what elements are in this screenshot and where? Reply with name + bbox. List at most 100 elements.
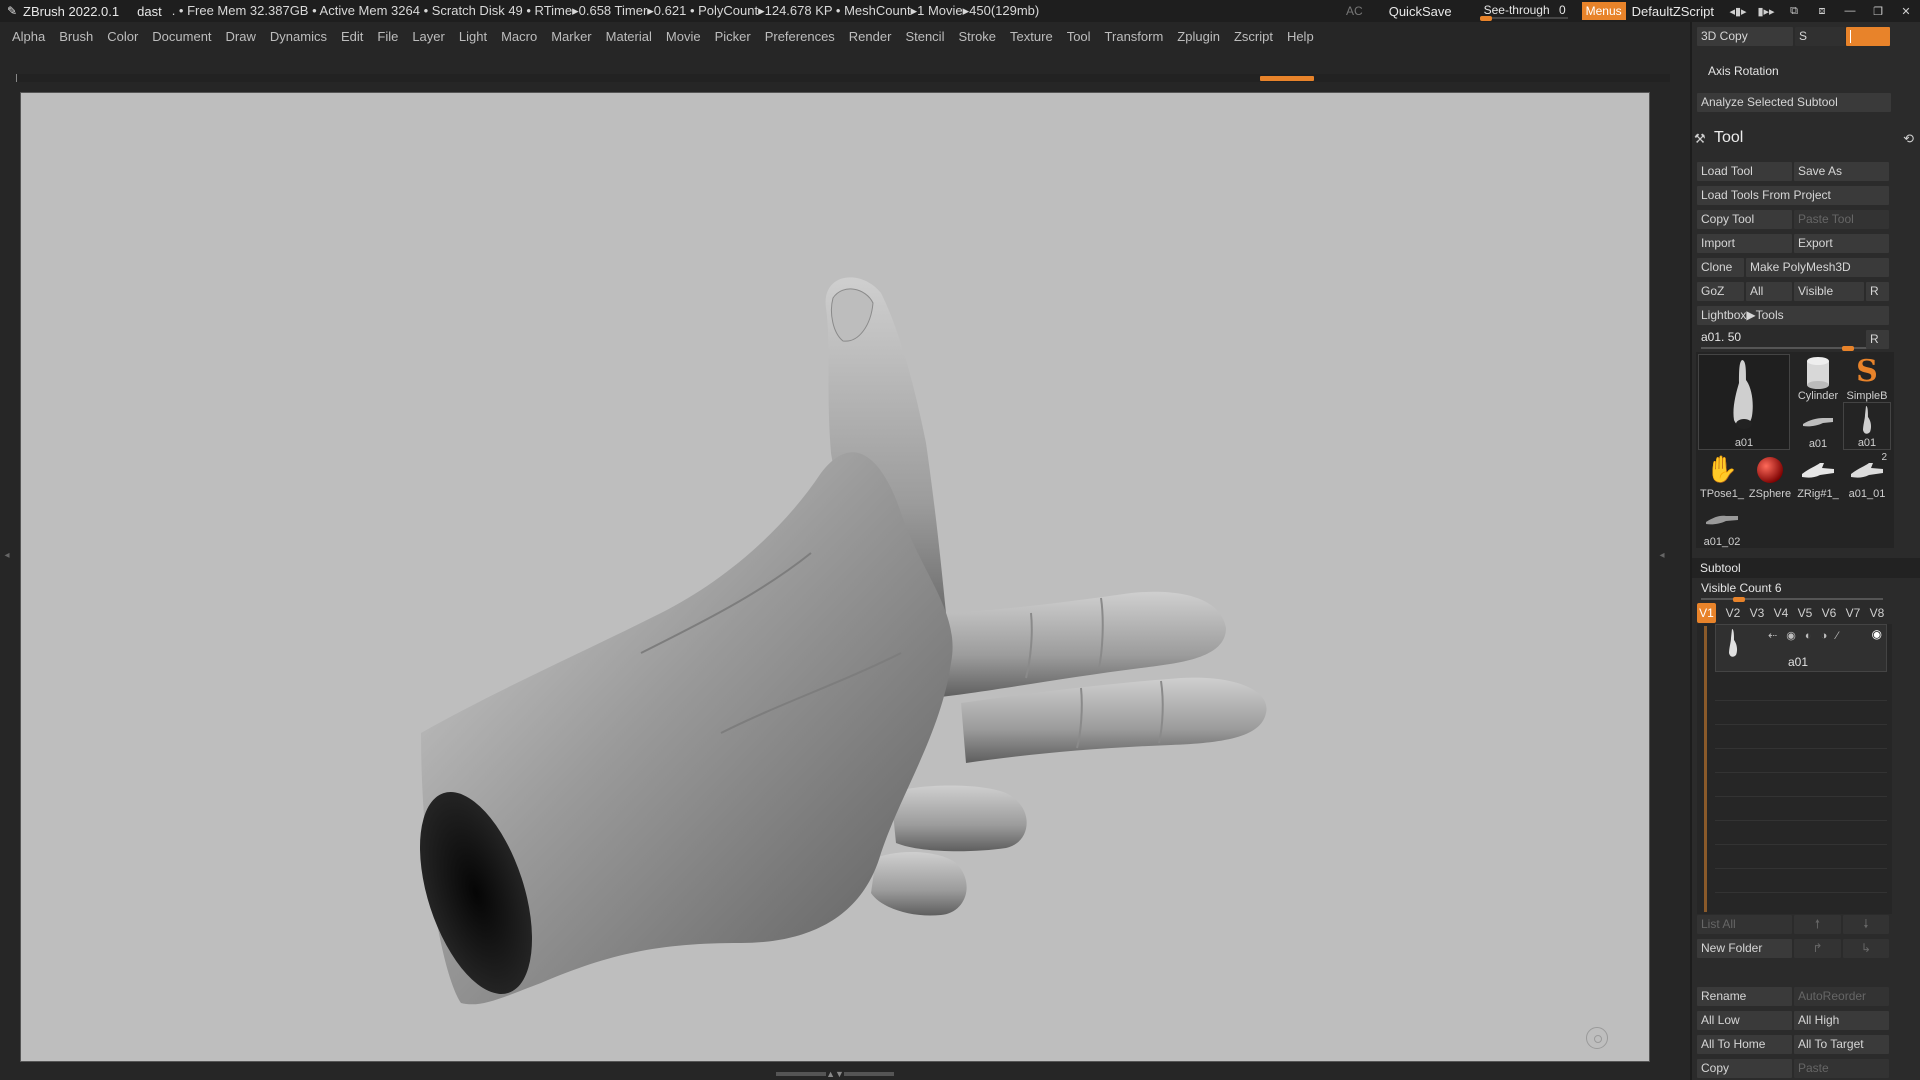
folder-in-icon[interactable]: ↳ — [1843, 939, 1889, 958]
menu-zplugin[interactable]: Zplugin — [1177, 29, 1220, 44]
menu-color[interactable]: Color — [107, 29, 138, 44]
tool-thumb-zrig[interactable]: ZRig#1_ — [1794, 452, 1842, 500]
version-tab-v4[interactable]: V4 — [1769, 603, 1793, 623]
menu-preferences[interactable]: Preferences — [765, 29, 835, 44]
menu-brush[interactable]: Brush — [59, 29, 93, 44]
menu-macro[interactable]: Macro — [501, 29, 537, 44]
subtool-scrollbar[interactable] — [1704, 626, 1707, 912]
version-tab-v1[interactable]: V1 — [1697, 603, 1716, 623]
save-as-button[interactable]: Save As — [1794, 162, 1889, 181]
menu-picker[interactable]: Picker — [715, 29, 751, 44]
version-tab-v8[interactable]: V8 — [1865, 603, 1889, 623]
menu-help[interactable]: Help — [1287, 29, 1314, 44]
ac-button[interactable]: AC — [1346, 4, 1363, 18]
version-tab-v6[interactable]: V6 — [1817, 603, 1841, 623]
copy-subtool-button[interactable]: Copy — [1697, 1059, 1792, 1078]
menu-alpha[interactable]: Alpha — [12, 29, 45, 44]
menu-draw[interactable]: Draw — [226, 29, 256, 44]
menu-stroke[interactable]: Stroke — [958, 29, 996, 44]
current-tool-slider[interactable]: a01. 50 — [1697, 328, 1887, 351]
rename-button[interactable]: Rename — [1697, 987, 1792, 1006]
load-tool-button[interactable]: Load Tool — [1697, 162, 1792, 181]
paste-tool-button[interactable]: Paste Tool — [1794, 210, 1889, 229]
version-tab-v3[interactable]: V3 — [1745, 603, 1769, 623]
paste-subtool-button[interactable]: Paste — [1794, 1059, 1889, 1078]
tool-thumb-tpose[interactable]: ✋ TPose1_ — [1698, 452, 1746, 500]
import-button[interactable]: Import — [1697, 234, 1792, 253]
visibility-eye-icon[interactable]: ◉ — [1872, 627, 1882, 641]
menu-document[interactable]: Document — [152, 29, 211, 44]
goz-button[interactable]: GoZ — [1697, 282, 1744, 301]
menu-light[interactable]: Light — [459, 29, 487, 44]
copy-tool-button[interactable]: Copy Tool — [1697, 210, 1792, 229]
current-tool-knob[interactable] — [1842, 346, 1854, 351]
move-up-arrow-icon[interactable]: 🠕 — [1794, 915, 1841, 934]
new-folder-button[interactable]: New Folder — [1697, 939, 1792, 958]
shrink-ui-icon[interactable]: ◂▮▸ — [1724, 0, 1752, 22]
tool-slider-r-button[interactable]: R — [1866, 330, 1889, 349]
layout-icon[interactable]: ⧉ — [1780, 0, 1808, 22]
auto-reorder-button[interactable]: AutoReorder — [1794, 987, 1889, 1006]
reset-icon[interactable]: ⟲ — [1903, 131, 1914, 147]
3d-copy-button[interactable]: 3D Copy — [1697, 27, 1793, 46]
menu-zscript[interactable]: Zscript — [1234, 29, 1273, 44]
version-tab-v5[interactable]: V5 — [1793, 603, 1817, 623]
document-canvas[interactable] — [20, 92, 1650, 1062]
menu-stencil[interactable]: Stencil — [905, 29, 944, 44]
tool-thumb-simpleb[interactable]: S SimpleB — [1843, 354, 1891, 402]
s-field[interactable]: S — [1795, 27, 1845, 46]
tool-thumb-a01-c[interactable]: a01 — [1843, 402, 1891, 450]
subtool-list[interactable]: ⇠ ◉ ◐ ◑ ⁄ ◉ a01 — [1697, 624, 1892, 914]
viewport-nav-icon[interactable] — [1586, 1027, 1608, 1049]
goz-all-button[interactable]: All — [1746, 282, 1792, 301]
tool-palette-header[interactable]: ⚒ Tool ⟲ — [1686, 127, 1920, 153]
expand-ui-icon[interactable]: ▮▸▸ — [1752, 0, 1780, 22]
tool-thumb-a01-01[interactable]: 2 a01_01 — [1843, 452, 1891, 500]
menu-render[interactable]: Render — [849, 29, 892, 44]
all-low-button[interactable]: All Low — [1697, 1011, 1792, 1030]
menu-marker[interactable]: Marker — [551, 29, 591, 44]
all-to-home-button[interactable]: All To Home — [1697, 1035, 1792, 1054]
visible-count-knob[interactable] — [1733, 597, 1745, 602]
copy-window-icon[interactable]: ⧈ — [1808, 0, 1836, 22]
axis-rotation-label[interactable]: Axis Rotation — [1708, 64, 1779, 78]
goz-r-button[interactable]: R — [1866, 282, 1889, 301]
all-high-button[interactable]: All High — [1794, 1011, 1889, 1030]
export-button[interactable]: Export — [1794, 234, 1889, 253]
quicksave-button[interactable]: QuickSave — [1389, 4, 1452, 19]
subtool-item-a01[interactable]: ⇠ ◉ ◐ ◑ ⁄ ◉ a01 — [1715, 624, 1887, 672]
menu-dynamics[interactable]: Dynamics — [270, 29, 327, 44]
all-to-target-button[interactable]: All To Target — [1794, 1035, 1889, 1054]
minimize-icon[interactable]: — — [1836, 0, 1864, 22]
tool-thumb-zsphere[interactable]: ZSphere — [1746, 452, 1794, 500]
seethrough-knob[interactable] — [1479, 16, 1492, 21]
subtool-header[interactable]: Subtool — [1692, 558, 1920, 578]
tool-thumb-a01-active[interactable]: a01 — [1698, 354, 1790, 450]
subtool-mode-icons[interactable]: ⇠ ◉ ◐ ◑ ⁄ — [1768, 629, 1841, 642]
default-zscript-button[interactable]: DefaultZScript — [1632, 4, 1714, 19]
close-icon[interactable]: ✕ — [1892, 0, 1920, 22]
tool-thumb-a01-b[interactable]: a01 — [1794, 402, 1842, 450]
list-all-button[interactable]: List All — [1697, 915, 1792, 934]
menu-file[interactable]: File — [377, 29, 398, 44]
tool-thumb-a01-02[interactable]: a01_02 — [1698, 500, 1746, 548]
lightbox-tools-button[interactable]: Lightbox▶Tools — [1697, 306, 1889, 325]
menu-tool[interactable]: Tool — [1067, 29, 1091, 44]
menu-movie[interactable]: Movie — [666, 29, 701, 44]
move-down-arrow-icon[interactable]: 🠗 — [1843, 915, 1889, 934]
version-tab-v2[interactable]: V2 — [1721, 603, 1745, 623]
menu-material[interactable]: Material — [606, 29, 652, 44]
version-tab-v7[interactable]: V7 — [1841, 603, 1865, 623]
menu-edit[interactable]: Edit — [341, 29, 363, 44]
menu-layer[interactable]: Layer — [412, 29, 445, 44]
menus-toggle[interactable]: Menus — [1581, 2, 1626, 20]
tool-thumb-cylinder[interactable]: Cylinder — [1794, 354, 1842, 402]
restore-icon[interactable]: ❐ — [1864, 0, 1892, 22]
timeline-strip[interactable] — [16, 74, 1670, 82]
left-tray-grip-icon[interactable]: ◂ — [4, 490, 10, 620]
right-tray-grip-icon[interactable]: ◂ — [1659, 490, 1665, 620]
analyze-subtool-button[interactable]: Analyze Selected Subtool — [1697, 93, 1891, 112]
clone-button[interactable]: Clone — [1697, 258, 1744, 277]
visible-count-slider[interactable]: Visible Count 6 — [1697, 579, 1887, 602]
value-input[interactable] — [1846, 27, 1890, 46]
